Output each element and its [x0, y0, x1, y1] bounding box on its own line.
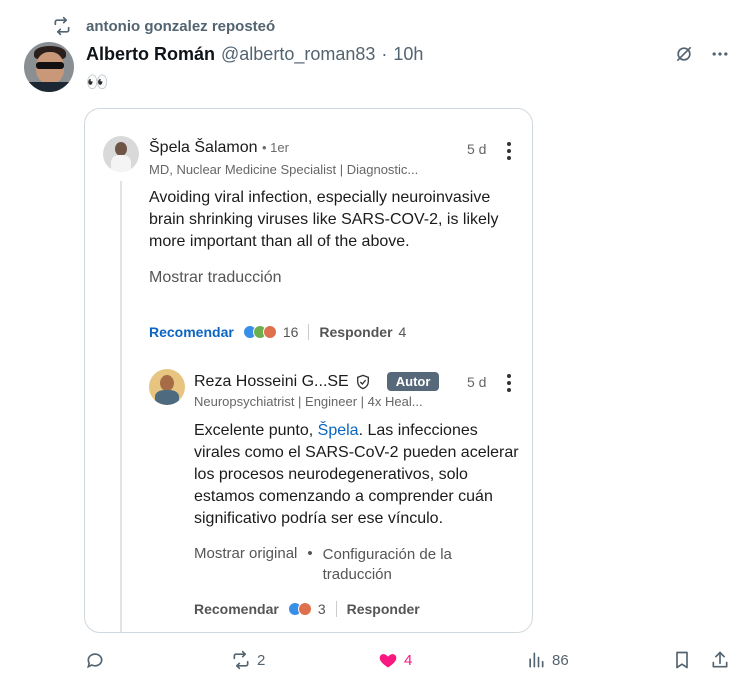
like-button[interactable]: 4	[378, 650, 412, 670]
reaction-count: 3	[317, 601, 326, 617]
like-count: 4	[404, 651, 413, 669]
repost-icon	[54, 16, 70, 36]
post-action-bar: 2 4 86	[0, 648, 748, 678]
post-time[interactable]: 10h	[393, 44, 423, 65]
author-badge: Autor	[386, 372, 440, 391]
recommend-link: Recomendar	[194, 601, 279, 617]
post-header: Alberto Román @alberto_roman83 · 10h	[86, 44, 423, 65]
show-translation-link: Mostrar traducción	[149, 269, 282, 286]
separator: ·	[381, 44, 388, 64]
reaction-count: 16	[282, 324, 299, 340]
reply-link: Responder	[319, 324, 393, 340]
share-button[interactable]	[710, 650, 730, 670]
post-top-actions	[674, 44, 730, 64]
comment-body: Avoiding viral infection, especially neu…	[149, 189, 499, 250]
views-chart-icon	[529, 652, 544, 668]
kebab-menu-icon	[506, 142, 512, 160]
connection-degree: • 1er	[261, 140, 289, 155]
reply-link: Responder	[346, 601, 420, 617]
reactions-icon	[242, 325, 277, 339]
commenter-headline: MD, Nuclear Medicine Specialist | Diagno…	[149, 162, 419, 177]
commenter-avatar	[103, 136, 139, 172]
views-button[interactable]: 86	[526, 650, 569, 670]
more-options-icon[interactable]	[710, 44, 730, 64]
divider	[335, 601, 337, 617]
show-original-link: Mostrar original	[194, 545, 298, 562]
reactions-icon	[287, 602, 312, 616]
reply-icon	[87, 653, 103, 669]
share-icon	[712, 651, 728, 668]
author-name[interactable]: Alberto Román	[86, 44, 215, 65]
retweet-count: 2	[257, 651, 266, 669]
thread-line	[120, 181, 122, 632]
author-avatar[interactable]	[24, 42, 74, 92]
retweet-button[interactable]: 2	[231, 650, 265, 670]
comment-time: 5 d	[467, 141, 487, 157]
reply-count: 4	[398, 324, 407, 340]
kebab-menu-icon	[506, 374, 512, 392]
recommend-link: Recomendar	[149, 324, 234, 340]
reply-author-headline: Neuropsychiatrist | Engineer | 4x Heal..…	[194, 394, 423, 409]
mention-link: Špela	[317, 422, 359, 439]
repost-label: antonio gonzalez reposteó	[86, 17, 276, 35]
bookmark-icon	[676, 651, 688, 669]
views-count: 86	[552, 651, 569, 669]
reply-actions: Recomendar 3 Responder	[194, 601, 420, 617]
reply-button[interactable]	[85, 650, 105, 670]
grok-icon[interactable]	[674, 44, 694, 64]
repost-indicator[interactable]: antonio gonzalez reposteó	[52, 16, 275, 36]
retweet-icon	[233, 650, 249, 670]
divider	[308, 324, 310, 340]
commenter-name: Špela Šalamon • 1er	[149, 139, 289, 156]
reply-time: 5 d	[467, 374, 487, 390]
comment-actions: Recomendar 16 Responder 4	[149, 324, 406, 340]
bookmark-button[interactable]	[672, 650, 692, 670]
translation-options: Mostrar original • Configuración de la t…	[194, 545, 473, 585]
bullet: •	[307, 545, 313, 562]
heart-filled-icon	[379, 654, 397, 668]
embedded-image-card[interactable]: Špela Šalamon • 1er MD, Nuclear Medicine…	[84, 108, 533, 633]
verified-shield-icon	[356, 374, 369, 389]
author-handle[interactable]: @alberto_roman83	[221, 44, 375, 65]
reply-body: Excelente punto, Špela. Las infecciones …	[194, 422, 519, 527]
reply-author-avatar	[149, 369, 185, 405]
translation-settings-link: Configuración de la traducción	[322, 546, 452, 583]
reply-author-name: Reza Hosseini G...SE Autor	[194, 372, 440, 391]
post-text: 👀	[86, 72, 109, 92]
